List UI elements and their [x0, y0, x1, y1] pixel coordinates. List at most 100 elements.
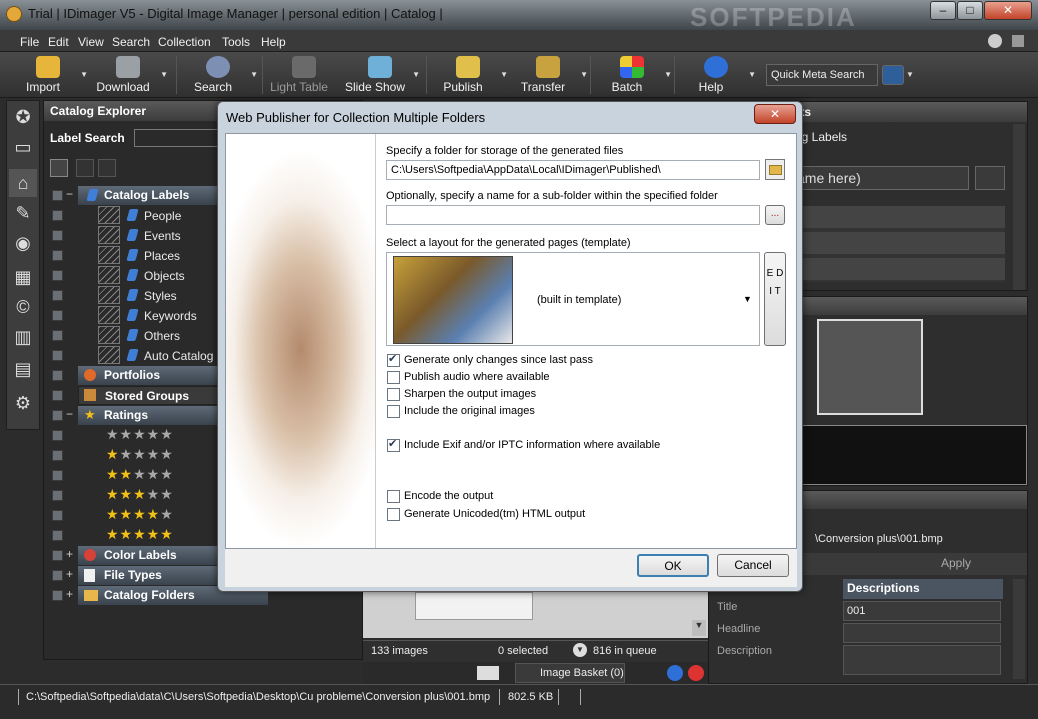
basket-tab[interactable]: Image Basket (0) [515, 663, 625, 683]
menu-view[interactable]: View [78, 35, 104, 49]
description-field[interactable] [843, 645, 1001, 675]
title-field[interactable]: 001 [843, 601, 1001, 621]
checkbox[interactable] [52, 210, 63, 221]
include-exif-checkbox[interactable]: Include Exif and/or IPTC information whe… [387, 437, 660, 453]
rating-stars: ★★★★★ [106, 486, 174, 502]
unicode-html-checkbox[interactable]: Generate Unicoded(tm) HTML output [387, 507, 585, 522]
ok-button[interactable]: OK [637, 554, 709, 577]
slide-show-button[interactable]: Slide Show ▼ [340, 54, 420, 96]
globe-icon[interactable] [882, 65, 904, 85]
menu-tools[interactable]: Tools [222, 35, 250, 49]
preview-image[interactable] [817, 319, 923, 415]
checkbox[interactable] [52, 310, 63, 321]
include-originals-checkbox[interactable]: Include the original images [387, 404, 535, 419]
light-table-button[interactable]: Light Table [264, 54, 344, 96]
menu-edit[interactable]: Edit [48, 35, 69, 49]
folder-icon [769, 165, 782, 175]
thumbnail[interactable] [415, 592, 533, 620]
batch-button[interactable]: Batch ▼ [592, 54, 672, 96]
maximize-button[interactable]: □ [957, 1, 983, 20]
stored-groups-icon [84, 389, 96, 401]
tag-icon[interactable]: ⌂ [9, 169, 37, 197]
transfer-button[interactable]: Transfer ▼ [508, 54, 588, 96]
gear-icon[interactable]: ⚙ [9, 389, 37, 417]
menu-search[interactable]: Search [112, 35, 150, 49]
encode-output-checkbox[interactable]: Encode the output [387, 489, 493, 504]
checkbox[interactable] [52, 530, 63, 541]
hierarchy-icon[interactable]: ▤ [9, 355, 37, 383]
explorer-tool-icon-2[interactable] [76, 159, 94, 177]
alert-icon[interactable] [688, 665, 704, 681]
help-button[interactable]: Help ▼ [676, 54, 756, 96]
scroll-down-icon[interactable]: ▼ [692, 620, 706, 636]
checkbox[interactable] [52, 550, 63, 561]
checkbox[interactable] [52, 290, 63, 301]
collapse-toggle[interactable]: − [66, 407, 73, 421]
checkbox[interactable] [52, 410, 63, 421]
apply-button[interactable]: Apply [941, 556, 971, 570]
checkbox[interactable] [52, 490, 63, 501]
checkbox[interactable] [52, 230, 63, 241]
checkbox[interactable] [52, 450, 63, 461]
checkbox[interactable] [52, 270, 63, 281]
options-icon[interactable] [1012, 35, 1024, 47]
checkbox[interactable] [52, 430, 63, 441]
chart-icon[interactable]: ▥ [9, 323, 37, 351]
menu-help[interactable]: Help [261, 35, 286, 49]
calendar-icon[interactable]: ▦ [9, 263, 37, 291]
checkbox[interactable] [52, 190, 63, 201]
cancel-button[interactable]: Cancel [717, 554, 789, 577]
menu-file[interactable]: File [20, 35, 39, 49]
checkbox[interactable] [52, 250, 63, 261]
folder-input[interactable]: C:\Users\Softpedia\AppData\Local\IDimage… [386, 160, 760, 180]
info-icon[interactable] [988, 34, 1002, 48]
expand-toggle[interactable]: + [66, 567, 73, 581]
checkbox[interactable] [52, 330, 63, 341]
scrollbar[interactable] [1013, 579, 1025, 679]
explorer-tool-icon[interactable] [50, 159, 68, 177]
star-badge-icon[interactable]: ✪ [9, 103, 37, 131]
info-icon[interactable] [667, 665, 683, 681]
checkbox[interactable] [52, 350, 63, 361]
dialog-close-button[interactable]: ✕ [754, 104, 796, 124]
template-select[interactable]: (built in template) ▼ [386, 252, 760, 346]
checkbox[interactable] [52, 390, 63, 401]
copyright-icon[interactable]: © [9, 293, 37, 321]
explorer-tool-icon-3[interactable] [98, 159, 116, 177]
checkbox[interactable] [52, 370, 63, 381]
generate-changes-checkbox[interactable]: Generate only changes since last pass [387, 352, 593, 368]
pencil-icon[interactable]: ✎ [9, 199, 37, 227]
subfolder-input[interactable] [386, 205, 760, 225]
publish-audio-checkbox[interactable]: Publish audio where available [387, 370, 550, 385]
eye-icon[interactable]: ◉ [9, 229, 37, 257]
name-field[interactable]: ame here) [793, 166, 969, 190]
layout-label: Select a layout for the generated pages … [386, 237, 631, 249]
quick-meta-search-input[interactable]: Quick Meta Search [766, 64, 878, 86]
menu-bar: File Edit View Search Collection Tools H… [0, 30, 1038, 52]
close-button[interactable]: ✕ [984, 1, 1032, 20]
nav-arrows-icon[interactable] [477, 666, 499, 680]
template-preview-image [393, 256, 513, 344]
checkbox[interactable] [52, 570, 63, 581]
minimize-button[interactable]: – [930, 1, 956, 20]
expand-toggle[interactable]: + [66, 587, 73, 601]
checkbox[interactable] [52, 510, 63, 521]
collapse-toggle[interactable]: − [66, 187, 73, 201]
search-dropdown-icon[interactable]: ▼ [906, 70, 914, 79]
folder-icon[interactable]: ▭ [9, 133, 37, 161]
checkbox[interactable] [52, 470, 63, 481]
scrollbar[interactable] [1013, 124, 1025, 290]
headline-field[interactable] [843, 623, 1001, 643]
checkbox[interactable] [52, 590, 63, 601]
menu-collection[interactable]: Collection [158, 35, 211, 49]
download-button[interactable]: Download ▼ [88, 54, 168, 96]
edit-template-button[interactable]: E D I T [764, 252, 786, 346]
publish-button[interactable]: Publish ▼ [428, 54, 508, 96]
browse-folder-button[interactable] [765, 159, 785, 180]
expand-toggle[interactable]: + [66, 547, 73, 561]
sharpen-images-checkbox[interactable]: Sharpen the output images [387, 387, 536, 402]
sun-dropdown-icon[interactable] [975, 166, 1005, 190]
subfolder-browse-button[interactable]: ... [765, 205, 785, 225]
search-button[interactable]: Search ▼ [178, 54, 258, 96]
import-button[interactable]: Import ▼ [8, 54, 88, 96]
